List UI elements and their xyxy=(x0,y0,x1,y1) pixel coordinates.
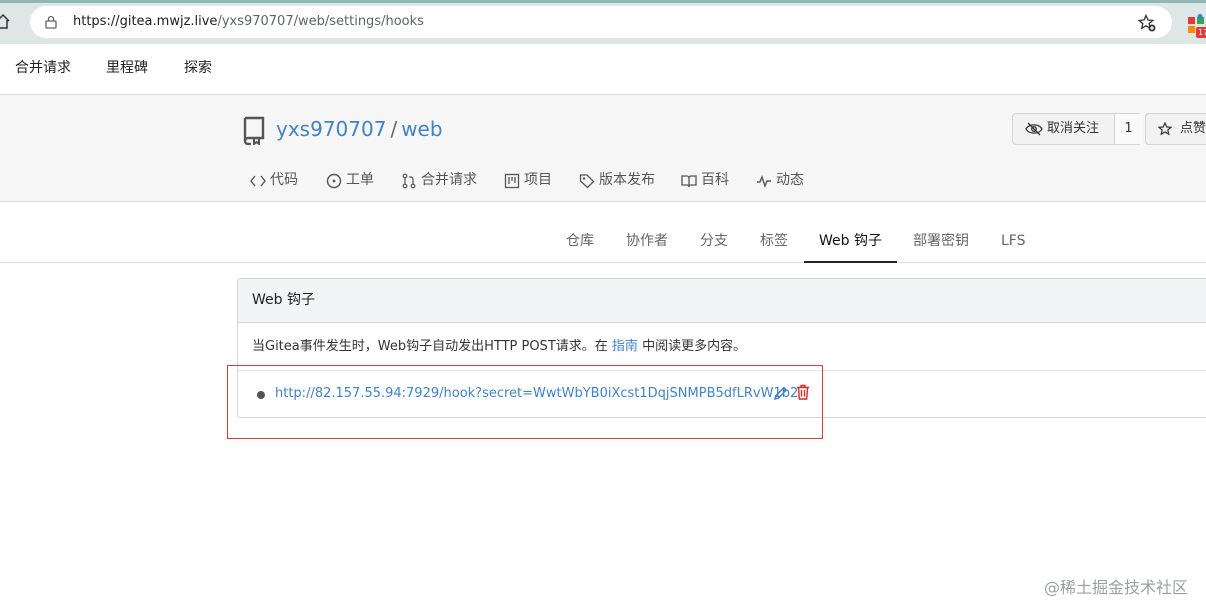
watch-count[interactable]: 1 xyxy=(1114,114,1142,144)
desc-before: 当Gitea事件发生时，Web钩子自动发出HTTP POST请求。在 xyxy=(252,339,608,354)
desc-after: 中阅读更多内容。 xyxy=(642,339,747,354)
settings-tab-repository[interactable]: 仓库 xyxy=(566,202,594,263)
tab-projects-label: 项目 xyxy=(524,172,552,188)
settings-tab-collaborators[interactable]: 协作者 xyxy=(626,202,668,263)
webhooks-header-title: Web 钩子 xyxy=(252,292,315,308)
tab-activity-label: 动态 xyxy=(776,172,804,188)
home-icon[interactable] xyxy=(0,13,10,29)
settings-tab-branches[interactable]: 分支 xyxy=(700,202,728,263)
url-host: https://gitea.mwjz.live xyxy=(73,14,218,29)
project-board-icon xyxy=(504,173,520,189)
eye-slash-icon xyxy=(1025,122,1043,136)
tag-icon xyxy=(579,174,595,189)
book-icon xyxy=(681,175,697,188)
star-button[interactable]: 点赞 xyxy=(1145,113,1206,145)
settings-tab-tags[interactable]: 标签 xyxy=(760,202,788,263)
top-navigation: 合并请求 里程碑 探索 xyxy=(0,44,1206,95)
star-icon xyxy=(1158,122,1172,136)
settings-tabs: 仓库 协作者 分支 标签 Web 钩子 部署密钥 LFS xyxy=(0,202,1206,263)
url-text[interactable]: https://gitea.mwjz.live/yxs970707/web/se… xyxy=(73,6,424,38)
settings-tab-lfs[interactable]: LFS xyxy=(1001,202,1026,263)
webhooks-description: 当Gitea事件发生时，Web钩子自动发出HTTP POST请求。在 指南 中阅… xyxy=(238,323,1206,371)
tab-pull-requests-label: 合并请求 xyxy=(421,172,477,188)
star-label: 点赞 xyxy=(1180,121,1206,136)
lock-icon[interactable] xyxy=(45,15,57,29)
repo-name-link[interactable]: web xyxy=(401,117,442,141)
unwatch-label: 取消关注 xyxy=(1047,121,1100,136)
settings-tab-deploy-keys[interactable]: 部署密钥 xyxy=(913,202,969,263)
repo-book-icon xyxy=(243,116,265,145)
tab-issues-label: 工单 xyxy=(346,172,374,188)
guide-link[interactable]: 指南 xyxy=(612,339,638,354)
tab-releases-label: 版本发布 xyxy=(599,172,655,188)
nav-explore[interactable]: 探索 xyxy=(184,44,212,94)
code-icon xyxy=(250,175,266,187)
watermark: @稀土掘金技术社区 xyxy=(1043,578,1188,597)
repo-title: yxs970707/web xyxy=(276,117,443,141)
issue-icon xyxy=(326,173,342,189)
browser-toolbar: https://gitea.mwjz.live/yxs970707/web/se… xyxy=(0,0,1206,44)
extension-badge: 17 xyxy=(1196,27,1206,38)
pull-request-icon xyxy=(402,173,416,189)
nav-pull-requests[interactable]: 合并请求 xyxy=(15,44,71,94)
nav-milestones[interactable]: 里程碑 xyxy=(106,44,148,94)
repo-header: yxs970707/web 取消关注 1 点赞 代码 工单 合并请求 项目 版本… xyxy=(0,95,1206,202)
unwatch-button[interactable]: 取消关注 1 xyxy=(1012,113,1142,145)
repo-title-separator: / xyxy=(390,117,398,141)
tab-code-label: 代码 xyxy=(270,172,298,188)
address-bar[interactable]: https://gitea.mwjz.live/yxs970707/web/se… xyxy=(30,6,1172,38)
repo-owner-link[interactable]: yxs970707 xyxy=(276,117,386,141)
tab-wiki-label: 百科 xyxy=(701,172,729,188)
bookmark-star-icon[interactable] xyxy=(1138,14,1156,32)
webhooks-header: Web 钩子 xyxy=(238,279,1206,323)
url-path: /yxs970707/web/settings/hooks xyxy=(217,14,424,29)
highlight-annotation-box xyxy=(227,365,823,439)
settings-tab-webhooks[interactable]: Web 钩子 xyxy=(804,202,897,263)
pulse-icon xyxy=(757,174,771,189)
